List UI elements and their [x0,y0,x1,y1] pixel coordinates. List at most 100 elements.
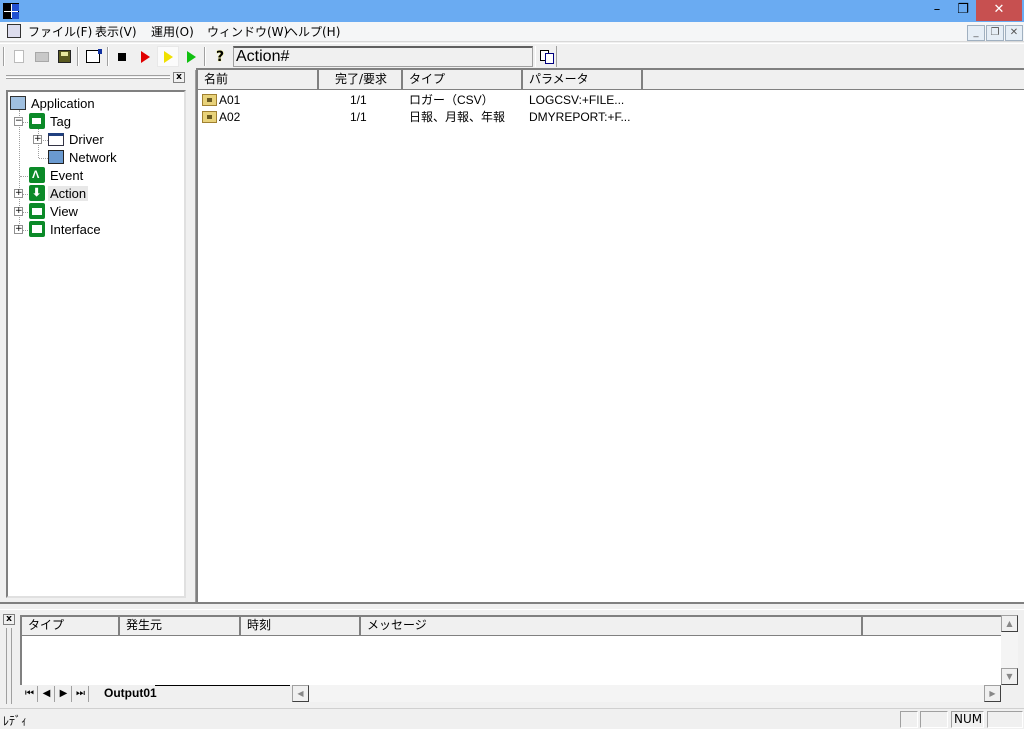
restore-button[interactable]: ❐ [946,0,980,21]
play-yellow-icon [163,50,173,63]
run-green-button[interactable] [180,46,202,67]
output-horizontal-scrollbar[interactable]: ◀ ▶ [292,685,1001,702]
scroll-right-button[interactable]: ▶ [984,685,1001,702]
scroll-up-button[interactable]: ▲ [1001,615,1018,632]
menu-view[interactable]: 表示(V) [93,24,139,40]
title-bar: – ❐ ✕ [0,0,1024,22]
tree-node-network[interactable]: Network [48,148,119,166]
event-icon: Λ [29,167,45,183]
mdi-close-button[interactable]: ✕ [1005,25,1023,41]
folder-icon [202,111,217,123]
project-tree[interactable]: Application − Tag + Driver Network Λ Eve… [6,90,186,598]
output-panel-grip[interactable] [6,628,12,704]
help-button[interactable]: ? [209,46,231,67]
column-header-extra[interactable] [863,617,1002,635]
network-icon [48,150,64,164]
action-icon: ⬇ [29,185,45,201]
expand-toggle[interactable]: + [14,207,23,216]
stop-button[interactable] [111,46,133,67]
tab-first-button[interactable]: ⏮ [22,686,38,702]
row-name: A02 [219,110,241,124]
folder-icon [202,94,217,106]
column-header-params[interactable]: パラメータ [523,70,643,89]
collapse-toggle[interactable]: − [14,117,23,126]
horizontal-splitter[interactable] [0,602,1024,610]
action-combo-input[interactable]: Action# [233,46,533,67]
column-header-message[interactable]: メッセージ [361,617,863,635]
list-row[interactable]: A02 1/1 日報、月報、年報 DMYREPORT:+F... [198,109,1024,126]
output-panel-close-button[interactable]: x [3,614,15,625]
tree-node-application[interactable]: Application [10,94,97,112]
tree-node-driver[interactable]: Driver [48,130,106,148]
column-header-progress[interactable]: 完了/要求 [319,70,403,89]
status-pane-num: NUM [951,711,984,728]
close-button[interactable]: ✕ [976,0,1022,21]
row-progress: 1/1 [350,110,367,124]
column-header-time[interactable]: 時刻 [241,617,361,635]
computer-icon [10,96,26,110]
status-pane [920,711,948,728]
tree-node-label: Application [31,95,95,111]
column-header-source[interactable]: 発生元 [120,617,241,635]
output-vertical-scrollbar[interactable]: ▲ ▼ [1001,615,1018,685]
column-header-type[interactable]: タイプ [403,70,523,89]
properties-button[interactable] [82,46,104,67]
copy-button[interactable] [535,46,557,67]
tree-node-interface[interactable]: Interface [29,220,103,238]
status-pane [900,711,918,728]
tab-last-button[interactable]: ⏭ [73,686,89,702]
expand-toggle[interactable]: + [14,189,23,198]
expand-toggle[interactable]: + [14,225,23,234]
scroll-down-button[interactable]: ▼ [1001,668,1018,685]
menu-operation[interactable]: 運用(O) [149,24,196,40]
panel-grip[interactable] [6,75,170,79]
tree-node-label: Tag [50,113,71,129]
expand-toggle[interactable]: + [33,135,42,144]
help-icon: ? [215,48,225,65]
stop-icon [118,52,126,61]
mdi-restore-button[interactable]: ❐ [986,25,1004,41]
play-green-icon [186,50,196,63]
tree-node-label: Interface [50,221,101,237]
tab-output01[interactable]: Output01 [96,685,165,702]
output-list-header: タイプ 発生元 時刻 メッセージ [22,617,1002,636]
tree-node-label: View [50,203,78,219]
save-button[interactable] [53,46,75,67]
tree-line [39,158,48,159]
copy-icon-front [545,53,554,64]
tree-node-label: Network [69,149,117,165]
column-header-type[interactable]: タイプ [22,617,120,635]
run-red-button[interactable] [134,46,156,67]
list-row[interactable]: A01 1/1 ロガー（CSV） LOGCSV:+FILE... [198,92,1024,109]
tag-icon [29,113,45,129]
toolbar-separator [77,47,79,66]
output-list[interactable]: タイプ 発生元 時刻 メッセージ [20,615,1002,685]
column-header-name[interactable]: 名前 [198,70,319,89]
mdi-minimize-button[interactable]: _ [967,25,985,41]
scroll-left-button[interactable]: ◀ [292,685,309,702]
play-red-icon [140,50,150,63]
app-icon[interactable] [3,3,19,19]
menu-help[interactable]: ヘルプ(H) [284,24,342,40]
new-document-button[interactable] [8,46,30,67]
tab-next-button[interactable]: ▶ [56,686,72,702]
menu-file[interactable]: ファイル(F) [26,24,94,40]
tree-node-event[interactable]: Λ Event [29,166,85,184]
action-list[interactable]: 名前 完了/要求 タイプ パラメータ A01 1/1 ロガー（CSV） LOGC… [196,68,1024,602]
tab-prev-button[interactable]: ◀ [39,686,55,702]
tree-node-tag[interactable]: Tag [29,112,73,130]
menu-window[interactable]: ウィンドウ(W) [205,24,290,40]
open-button[interactable] [31,46,53,67]
vertical-splitter[interactable] [188,70,196,602]
toolbar-separator [107,47,109,66]
run-yellow-button[interactable] [157,46,179,67]
status-pane [987,711,1023,728]
tree-node-action[interactable]: ⬇ Action [29,184,89,202]
menu-bar: ファイル(F) 表示(V) 運用(O) ウィンドウ(W) ヘルプ(H) _ ❐ … [0,22,1024,42]
view-icon [29,203,45,219]
tree-panel-close-button[interactable]: x [173,72,185,83]
menu-app-icon[interactable] [7,24,21,38]
row-params: LOGCSV:+FILE... [529,93,625,107]
toolbar-grip [3,47,5,66]
tree-node-view[interactable]: View [29,202,80,220]
